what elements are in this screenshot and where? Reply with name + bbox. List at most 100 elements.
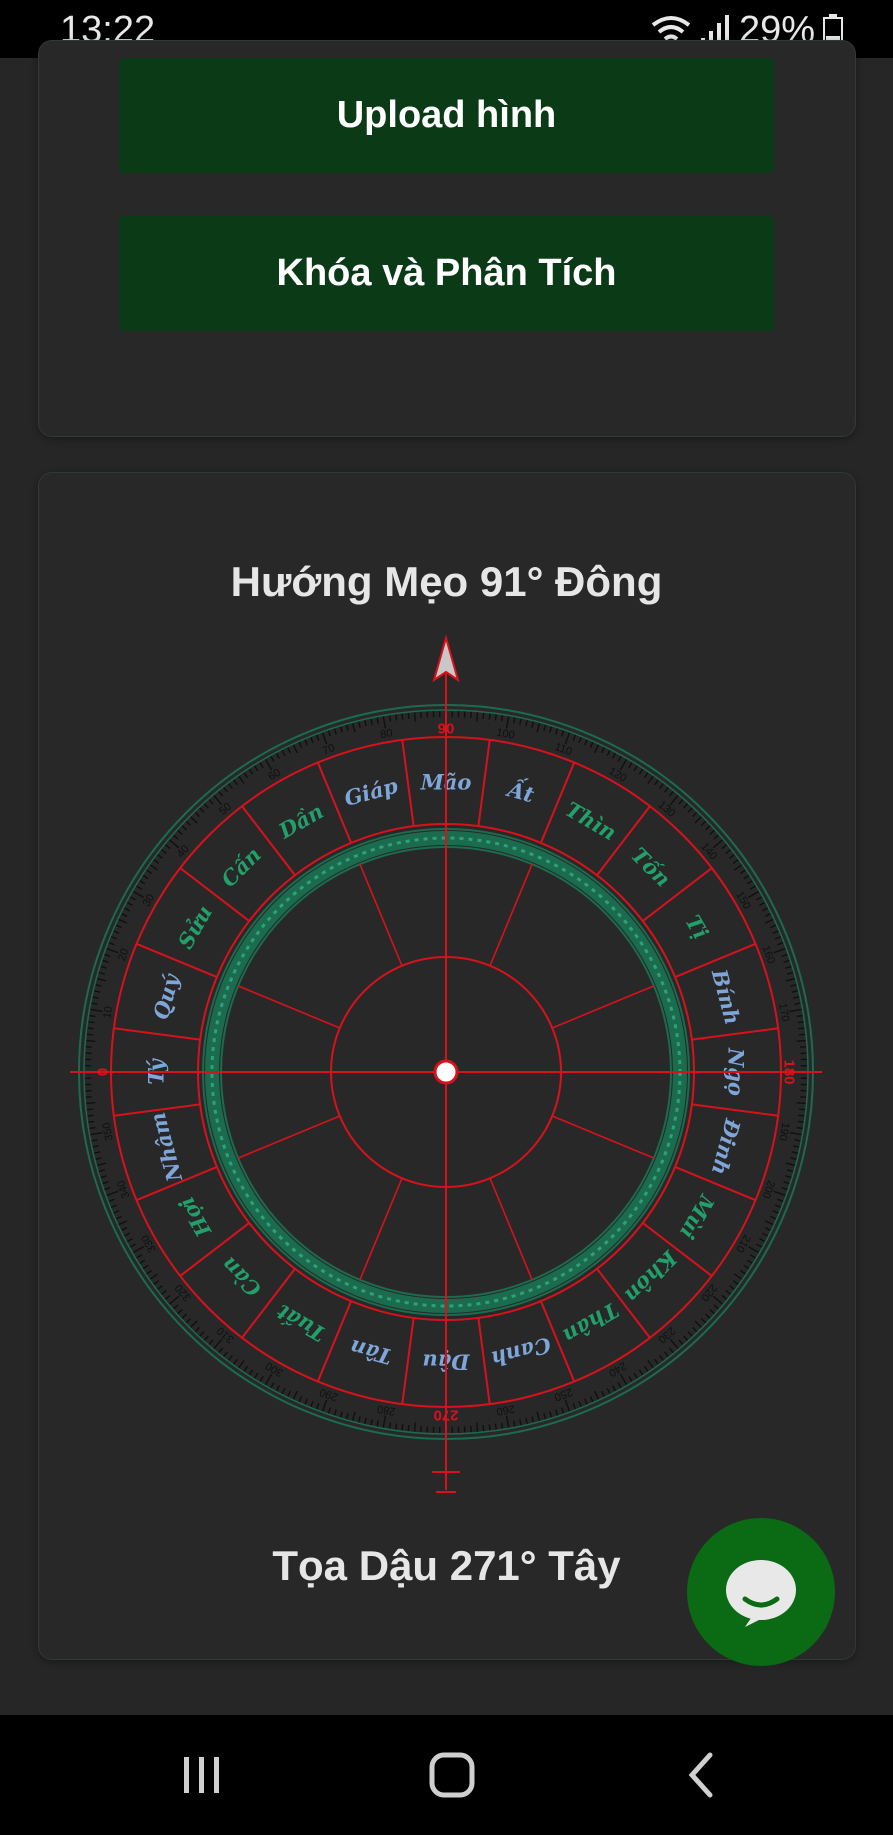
home-button[interactable] — [412, 1745, 492, 1805]
degree-tick — [713, 1304, 719, 1310]
degree-tick — [729, 1285, 735, 1290]
degree-tick — [190, 1320, 198, 1328]
degree-tick — [749, 885, 756, 890]
degree-tick — [146, 1269, 153, 1275]
degree-tick — [270, 1382, 275, 1389]
back-button[interactable] — [662, 1745, 742, 1805]
degree-tick — [785, 1162, 795, 1167]
heading-direction-text: Hướng Mẹo 91° Đông — [230, 558, 663, 605]
degree-tick — [729, 854, 735, 859]
degree-label: 150 — [733, 890, 753, 912]
nav-bar — [0, 1715, 893, 1835]
degree-tick — [687, 807, 693, 813]
degree-tick — [281, 750, 286, 757]
degree-tick — [190, 816, 198, 824]
degree-tick — [628, 1375, 633, 1382]
degree-tick — [90, 1008, 103, 1013]
degree-tick — [327, 1407, 332, 1414]
degree-tick — [87, 1114, 94, 1117]
degree-tick — [494, 714, 497, 721]
degree-tick — [310, 1400, 314, 1407]
degree-tick — [157, 1285, 163, 1290]
degree-tick — [208, 799, 214, 805]
mountain-divider — [477, 1317, 491, 1405]
degree-tick — [149, 864, 159, 871]
degree-tick — [136, 885, 143, 890]
degree-tick — [401, 1424, 404, 1431]
degree-tick — [351, 723, 356, 733]
degree-label: 190 — [776, 1121, 791, 1141]
lock-analyze-button[interactable]: Khóa và Phân Tích — [119, 216, 774, 331]
degree-tick — [785, 977, 795, 982]
mountain-divider — [691, 1103, 779, 1117]
degree-tick — [668, 1347, 674, 1353]
degree-tick — [774, 1204, 781, 1208]
degree-tick — [248, 1369, 254, 1376]
degree-tick — [248, 768, 254, 775]
mountain-label: Bính — [707, 966, 746, 1028]
degree-tick — [333, 1409, 337, 1416]
degree-label: 350 — [101, 1121, 116, 1141]
degree-tick — [664, 787, 669, 793]
degree-tick — [578, 1400, 582, 1407]
degree-tick — [525, 1417, 528, 1424]
degree-tick — [739, 1269, 746, 1275]
degree-tick — [339, 1411, 343, 1418]
degree-tick — [560, 730, 565, 737]
mountain-label: Tốn — [626, 842, 675, 891]
degree-tick — [519, 1419, 522, 1426]
degree-tick — [746, 1259, 753, 1264]
degree-tick — [794, 1002, 801, 1005]
degree-tick — [382, 1415, 387, 1428]
degree-tick — [133, 1245, 145, 1254]
degree-tick — [118, 918, 128, 924]
degree-label: 120 — [607, 765, 629, 785]
degree-tick — [594, 1390, 600, 1400]
degree-tick — [796, 1039, 806, 1043]
degree-tick — [91, 1139, 98, 1142]
degree-tick — [370, 718, 373, 725]
degree-tick — [115, 1215, 122, 1220]
degree-tick — [725, 849, 731, 854]
degree-label: 80 — [379, 727, 393, 741]
degree-tick — [505, 1415, 510, 1428]
degree-tick — [94, 990, 101, 993]
degree-tick — [783, 959, 790, 963]
degree-tick — [407, 712, 410, 720]
back-icon — [688, 1752, 713, 1798]
recent-apps-button[interactable] — [162, 1745, 242, 1805]
degree-tick — [161, 849, 167, 854]
degree-tick — [124, 1232, 131, 1237]
degree-tick — [98, 1169, 105, 1173]
degree-tick — [600, 747, 605, 754]
degree-tick — [798, 1108, 806, 1111]
mountain-label: Tuất — [272, 1299, 330, 1347]
degree-tick — [95, 1157, 102, 1161]
degree-tick — [705, 825, 711, 831]
mountain-label: Giáp — [342, 773, 401, 811]
degree-label: 140 — [698, 841, 719, 863]
compass-dial[interactable]: 01020304050607080 90 100110120130140150160… — [70, 630, 822, 1500]
degree-tick — [376, 717, 379, 724]
degree-tick — [149, 1273, 159, 1280]
mountain-label: Càn — [216, 1252, 266, 1302]
chat-button[interactable] — [687, 1518, 835, 1666]
degree-tick — [86, 1033, 94, 1036]
mountain-label: Sửu — [173, 901, 218, 953]
degree-label: 230 — [656, 1324, 678, 1345]
degree-tick — [513, 1420, 516, 1427]
mountain-divider — [401, 739, 415, 827]
degree-tick — [339, 726, 343, 733]
degree-tick — [104, 1186, 111, 1191]
degree-tick — [333, 728, 337, 735]
inner-ray — [359, 863, 403, 967]
degree-tick — [194, 1326, 200, 1333]
degree-tick — [798, 1027, 805, 1030]
degree-tick — [157, 854, 163, 859]
upload-image-button[interactable]: Upload hình — [119, 58, 774, 173]
degree-tick — [475, 1422, 479, 1432]
degree-tick — [669, 1338, 679, 1349]
degree-tick — [482, 1424, 485, 1432]
degree-tick — [536, 723, 541, 733]
degree-tick — [142, 874, 149, 880]
